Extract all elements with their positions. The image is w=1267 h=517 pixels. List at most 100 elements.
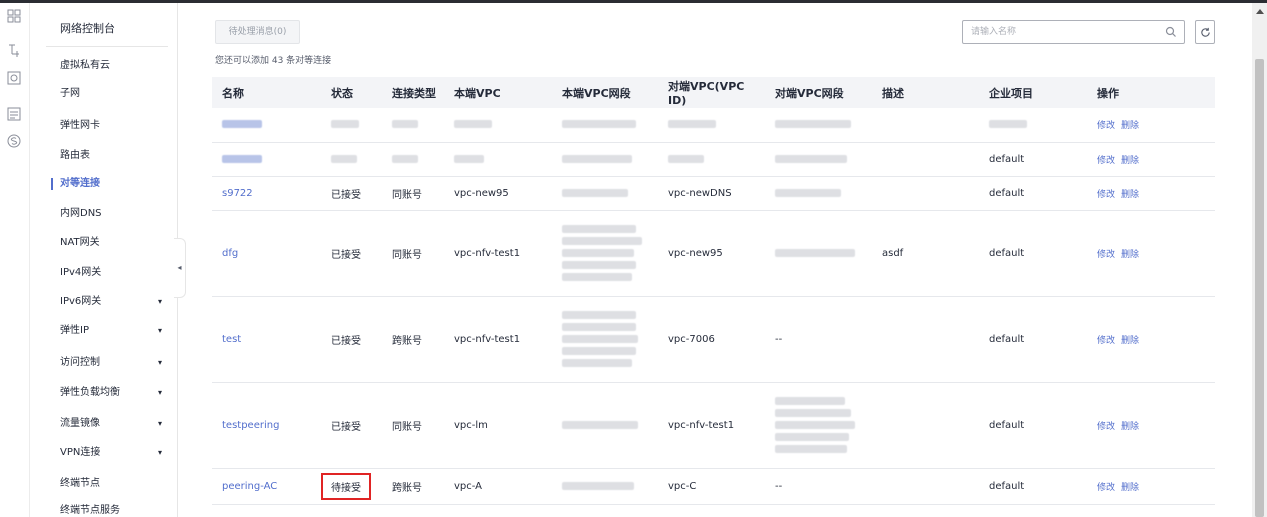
sidebar-item-elb[interactable]: 弹性负载均衡 ▾ bbox=[30, 383, 178, 403]
monitor-icon[interactable] bbox=[7, 107, 21, 121]
row-name[interactable]: dfg bbox=[212, 210, 321, 297]
delete-link[interactable]: 删除 bbox=[1121, 483, 1139, 493]
modify-link[interactable]: 修改 bbox=[1097, 422, 1115, 432]
sidebar-item-label: IPv4网关 bbox=[60, 267, 102, 278]
sidebar-item-ipv6-gateway[interactable]: IPv6网关 ▾ bbox=[30, 292, 178, 312]
modify-link[interactable]: 修改 bbox=[1097, 336, 1115, 346]
row-project: default bbox=[979, 142, 1087, 177]
row-type bbox=[382, 108, 444, 143]
row-name[interactable]: peering-AC bbox=[212, 468, 321, 505]
network-icon[interactable] bbox=[7, 71, 21, 85]
row-local-cidr bbox=[552, 468, 658, 505]
row-peer-cidr: -- bbox=[765, 296, 872, 383]
row-peer-vpc: vpc-nfv-test1 bbox=[658, 382, 765, 469]
scroll-up-arrow-icon[interactable] bbox=[1256, 9, 1264, 14]
refresh-button[interactable] bbox=[1195, 20, 1215, 44]
row-name[interactable] bbox=[212, 108, 321, 143]
modify-link[interactable]: 修改 bbox=[1097, 483, 1115, 493]
chevron-left-icon: ◂ bbox=[177, 263, 182, 272]
col-header-type[interactable]: 连接类型 bbox=[382, 77, 444, 108]
row-type: 同账号 bbox=[382, 382, 444, 469]
col-header-description[interactable]: 描述 bbox=[872, 77, 979, 108]
table-row: s9722 已接受 同账号 vpc-new95 vpc-newDNS defau… bbox=[212, 176, 1215, 211]
sidebar-item-endpoint[interactable]: 终端节点 bbox=[30, 474, 178, 494]
row-local-vpc: vpc-nfv-test1 bbox=[444, 296, 552, 383]
modify-link[interactable]: 修改 bbox=[1097, 156, 1115, 166]
row-name[interactable] bbox=[212, 142, 321, 177]
scroll-thumb[interactable] bbox=[1255, 59, 1264, 517]
row-peer-cidr bbox=[765, 108, 872, 143]
chevron-down-icon: ▾ bbox=[157, 326, 162, 335]
delete-link[interactable]: 删除 bbox=[1121, 156, 1139, 166]
sidebar-item-eip[interactable]: 弹性IP ▾ bbox=[30, 321, 178, 341]
sidebar-item-private-dns[interactable]: 内网DNS bbox=[30, 204, 178, 224]
row-type: 跨账号 bbox=[382, 296, 444, 383]
row-local-vpc: vpc-A bbox=[444, 468, 552, 505]
search-input[interactable] bbox=[971, 21, 1161, 43]
delete-link[interactable]: 删除 bbox=[1121, 121, 1139, 131]
col-header-peer-cidr[interactable]: 对端VPC网段 bbox=[765, 77, 872, 108]
sidebar-item-access-control[interactable]: 访问控制 ▾ bbox=[30, 353, 178, 373]
row-project bbox=[979, 108, 1087, 143]
row-type: 跨账号 bbox=[382, 468, 444, 505]
sidebar-item-vpn[interactable]: VPN连接 ▾ bbox=[30, 443, 178, 463]
sidebar-item-eni[interactable]: 弹性网卡 bbox=[30, 116, 178, 136]
row-name[interactable]: s9722 bbox=[212, 176, 321, 211]
row-status: 已接受 bbox=[321, 210, 382, 297]
row-local-cidr bbox=[552, 382, 658, 469]
col-header-local-cidr[interactable]: 本端VPC网段 bbox=[552, 77, 658, 108]
row-type: 同账号 bbox=[382, 210, 444, 297]
peering-table: 名称 状态 连接类型 本端VPC 本端VPC网段 对端VPC(VPC ID) 对… bbox=[212, 77, 1215, 505]
row-project: default bbox=[979, 210, 1087, 297]
sidebar-item-label: 终端节点服务 bbox=[60, 505, 120, 516]
col-header-peer-vpc[interactable]: 对端VPC(VPC ID) bbox=[658, 77, 765, 108]
sidebar-item-ipv4-gateway[interactable]: IPv4网关 bbox=[30, 263, 178, 283]
sidebar: 网络控制台 虚拟私有云 子网 弹性网卡 路由表 对等连接 内网DNS NAT网关… bbox=[30, 3, 178, 517]
topology-icon[interactable] bbox=[7, 43, 21, 57]
row-name[interactable]: test bbox=[212, 296, 321, 383]
col-header-project[interactable]: 企业项目 bbox=[979, 77, 1087, 108]
grid-icon[interactable] bbox=[7, 9, 21, 23]
table-header-row: 名称 状态 连接类型 本端VPC 本端VPC网段 对端VPC(VPC ID) 对… bbox=[212, 77, 1215, 108]
search-icon[interactable] bbox=[1165, 26, 1177, 38]
sidebar-item-nat-gateway[interactable]: NAT网关 bbox=[30, 233, 178, 253]
chevron-down-icon: ▾ bbox=[157, 419, 162, 428]
circle-s-icon[interactable] bbox=[7, 134, 21, 148]
sidebar-item-peering[interactable]: 对等连接 bbox=[30, 174, 178, 194]
row-local-vpc: vpc-nfv-test1 bbox=[444, 210, 552, 297]
sidebar-item-label: 内网DNS bbox=[60, 208, 102, 219]
delete-link[interactable]: 删除 bbox=[1121, 336, 1139, 346]
pending-messages-button[interactable]: 待处理消息(0) bbox=[215, 20, 300, 44]
sidebar-item-label: 弹性负载均衡 bbox=[60, 387, 120, 398]
row-description: asdf bbox=[872, 210, 979, 297]
delete-link[interactable]: 删除 bbox=[1121, 190, 1139, 200]
row-local-cidr bbox=[552, 108, 658, 143]
col-header-local-vpc[interactable]: 本端VPC bbox=[444, 77, 552, 108]
modify-link[interactable]: 修改 bbox=[1097, 250, 1115, 260]
delete-link[interactable]: 删除 bbox=[1121, 422, 1139, 432]
delete-link[interactable]: 删除 bbox=[1121, 250, 1139, 260]
row-actions: 修改 删除 bbox=[1087, 382, 1215, 469]
row-description bbox=[872, 108, 979, 143]
row-peer-cidr bbox=[765, 142, 872, 177]
quota-hint: 您还可以添加 43 条对等连接 bbox=[215, 56, 332, 66]
row-description bbox=[872, 142, 979, 177]
row-local-vpc: vpc-new95 bbox=[444, 176, 552, 211]
sidebar-item-subnet[interactable]: 子网 bbox=[30, 84, 178, 104]
vertical-scrollbar[interactable] bbox=[1252, 3, 1267, 517]
modify-link[interactable]: 修改 bbox=[1097, 190, 1115, 200]
sidebar-collapse-handle[interactable]: ◂ bbox=[174, 238, 186, 298]
chevron-down-icon: ▾ bbox=[157, 388, 162, 397]
col-header-status[interactable]: 状态 bbox=[321, 77, 382, 108]
row-local-vpc: vpc-lm bbox=[444, 382, 552, 469]
sidebar-item-endpoint-service[interactable]: 终端节点服务 bbox=[30, 501, 178, 517]
row-local-cidr bbox=[552, 296, 658, 383]
row-status: 已接受 bbox=[321, 296, 382, 383]
row-name[interactable]: testpeering bbox=[212, 382, 321, 469]
col-header-name[interactable]: 名称 bbox=[212, 77, 321, 108]
sidebar-item-traffic-mirror[interactable]: 流量镜像 ▾ bbox=[30, 414, 178, 434]
modify-link[interactable]: 修改 bbox=[1097, 121, 1115, 131]
sidebar-item-label: IPv6网关 bbox=[60, 296, 102, 307]
sidebar-item-vpc[interactable]: 虚拟私有云 bbox=[30, 56, 178, 76]
sidebar-item-route-table[interactable]: 路由表 bbox=[30, 146, 178, 166]
